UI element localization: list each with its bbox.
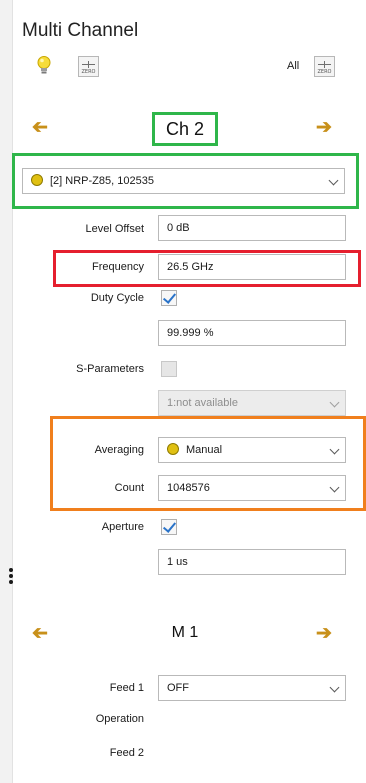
- aperture-label: Aperture: [101, 521, 144, 533]
- chevron-down-icon: [329, 397, 340, 408]
- frequency-input[interactable]: 26.5 GHz: [158, 254, 346, 280]
- resize-grip[interactable]: [9, 566, 15, 592]
- aperture-input[interactable]: 1 us: [158, 549, 346, 575]
- arrow-left-icon[interactable]: ➔: [32, 622, 48, 645]
- count-value: 1048576: [167, 482, 210, 494]
- duty-cycle-checkbox[interactable]: [161, 290, 177, 306]
- channel-label: Ch 2: [152, 112, 218, 146]
- feed1-value: OFF: [167, 682, 189, 694]
- s-parameters-value: 1:not available: [167, 397, 238, 409]
- averaging-select[interactable]: Manual: [158, 437, 346, 463]
- chevron-down-icon: [329, 682, 340, 693]
- chevron-down-icon: [329, 444, 340, 455]
- averaging-value: Manual: [186, 444, 223, 456]
- aperture-checkbox[interactable]: [161, 519, 177, 535]
- arrow-left-icon[interactable]: ➔: [32, 116, 48, 139]
- chevron-down-icon: [328, 175, 339, 186]
- duty-cycle-input[interactable]: 99.999 %: [158, 320, 346, 346]
- s-parameters-select: 1:not available: [158, 390, 346, 416]
- count-label: Count: [114, 482, 144, 494]
- zero-icon: ZERO: [317, 69, 332, 75]
- status-dot-icon: [31, 174, 43, 186]
- zero-icon: ZERO: [81, 69, 96, 75]
- sensor-value: [2] NRP-Z85, 102535: [50, 175, 154, 187]
- dock-strip: [0, 0, 13, 783]
- feed1-label: Feed 1: [109, 682, 144, 694]
- arrow-right-icon[interactable]: ➔: [316, 116, 332, 139]
- operation-label: Operation: [95, 713, 144, 725]
- arrow-right-icon[interactable]: ➔: [316, 622, 332, 645]
- feed1-select[interactable]: OFF: [158, 675, 346, 701]
- lightbulb-icon[interactable]: [36, 55, 52, 77]
- averaging-label: Averaging: [94, 444, 144, 456]
- duty-cycle-label: Duty Cycle: [90, 292, 144, 304]
- sensor-select[interactable]: [2] NRP-Z85, 102535: [22, 168, 345, 194]
- count-select[interactable]: 1048576: [158, 475, 346, 501]
- all-label: All: [287, 60, 300, 72]
- chevron-down-icon: [329, 482, 340, 493]
- s-parameters-checkbox[interactable]: [161, 361, 177, 377]
- measurement-label: M 1: [171, 624, 199, 641]
- level-offset-input[interactable]: 0 dB: [158, 215, 346, 241]
- s-parameters-label: S-Parameters: [76, 363, 144, 375]
- zero-button[interactable]: ZERO: [78, 56, 99, 77]
- zero-all-button[interactable]: ZERO: [314, 56, 335, 77]
- panel-title: Multi Channel: [22, 20, 139, 41]
- frequency-label: Frequency: [92, 261, 144, 273]
- feed2-label: Feed 2: [109, 747, 144, 759]
- level-offset-label: Level Offset: [85, 223, 145, 235]
- status-dot-icon: [167, 443, 179, 455]
